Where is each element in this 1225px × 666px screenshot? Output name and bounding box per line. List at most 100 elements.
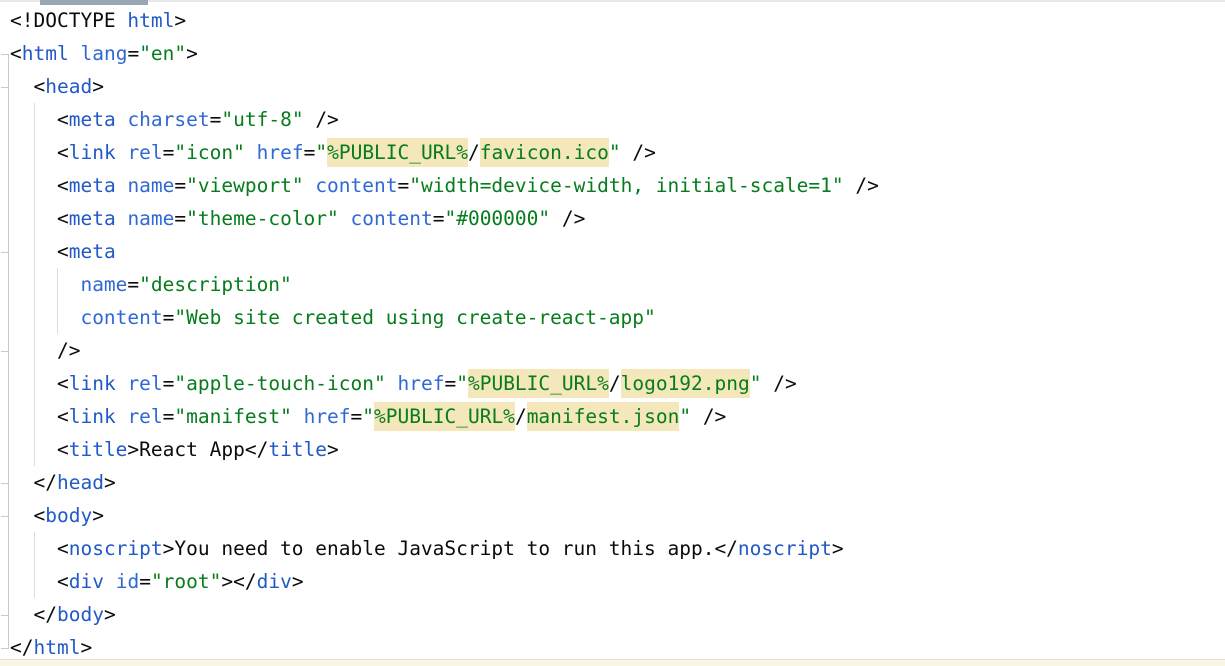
code-line[interactable]: <head> — [0, 70, 879, 103]
code-token: rel — [127, 372, 162, 395]
code-token — [10, 504, 33, 527]
code-token: body — [45, 504, 92, 527]
code-token: = — [444, 372, 456, 395]
code-token: head — [45, 75, 92, 98]
code-token: > — [104, 471, 116, 494]
code-token — [10, 108, 57, 131]
code-token — [10, 471, 33, 494]
code-token — [10, 570, 57, 593]
code-token: /> — [562, 207, 585, 230]
code-line[interactable]: <link rel="icon" href="%PUBLIC_URL%/favi… — [0, 136, 879, 169]
code-editor: <!DOCTYPE html><html lang="en"> <head> <… — [0, 0, 1225, 666]
code-token: " — [750, 372, 762, 395]
code-token: "Web site created using create-react-app… — [174, 306, 655, 329]
code-token: > — [104, 603, 116, 626]
code-line[interactable]: <title>React App</title> — [0, 433, 879, 466]
horizontal-scrollbar-track[interactable] — [0, 0, 1225, 2]
code-token: < — [57, 108, 69, 131]
code-token: content — [80, 306, 162, 329]
code-token: /> — [57, 339, 80, 362]
template-variable-highlight: manifest.json — [527, 402, 680, 431]
code-token — [116, 174, 128, 197]
code-token — [10, 75, 33, 98]
code-token — [116, 372, 128, 395]
code-token: < — [33, 75, 45, 98]
code-line[interactable]: <meta — [0, 235, 879, 268]
code-line[interactable]: </body> — [0, 598, 879, 631]
code-token: "icon" — [174, 141, 244, 164]
code-token: < — [57, 537, 69, 560]
code-token: < — [57, 438, 69, 461]
code-line[interactable]: content="Web site created using create-r… — [0, 301, 879, 334]
code-token: meta — [69, 108, 116, 131]
code-token — [10, 174, 57, 197]
code-token: = — [163, 306, 175, 329]
code-token: link — [69, 141, 116, 164]
code-line[interactable]: <div id="root"></div> — [0, 565, 879, 598]
code-token: title — [268, 438, 327, 461]
code-token: "root" — [151, 570, 221, 593]
code-token: </ — [10, 636, 33, 659]
code-token: html — [22, 42, 69, 65]
code-token: / — [515, 405, 527, 428]
code-line[interactable]: <link rel="apple-touch-icon" href="%PUBL… — [0, 367, 879, 400]
code-token: meta — [69, 207, 116, 230]
code-token — [691, 405, 703, 428]
code-token: > — [92, 75, 104, 98]
code-token: = — [351, 405, 363, 428]
code-token — [116, 207, 128, 230]
code-token: " — [609, 141, 621, 164]
code-token: link — [69, 405, 116, 428]
code-line[interactable]: <meta charset="utf-8" /> — [0, 103, 879, 136]
code-token: /> — [855, 174, 878, 197]
code-token: link — [69, 372, 116, 395]
code-token: "utf-8" — [221, 108, 303, 131]
code-token: You need to enable JavaScript to run thi… — [174, 537, 714, 560]
code-token: = — [127, 42, 139, 65]
code-token — [10, 438, 57, 461]
code-line[interactable]: <body> — [0, 499, 879, 532]
code-line[interactable]: name="description" — [0, 268, 879, 301]
horizontal-scrollbar-thumb[interactable] — [40, 0, 148, 5]
code-token: name — [127, 207, 174, 230]
code-token: </ — [33, 471, 56, 494]
template-variable-highlight: %PUBLIC_URL% — [327, 138, 468, 167]
code-line[interactable]: <link rel="manifest" href="%PUBLIC_URL%/… — [0, 400, 879, 433]
code-line[interactable]: </head> — [0, 466, 879, 499]
template-variable-highlight: logo192.png — [621, 369, 750, 398]
code-token — [550, 207, 562, 230]
code-token: noscript — [738, 537, 832, 560]
code-token: < — [57, 240, 69, 263]
code-token: href — [398, 372, 445, 395]
template-variable-highlight: favicon.ico — [480, 138, 609, 167]
code-token: " — [362, 405, 374, 428]
code-token — [10, 207, 57, 230]
code-line[interactable]: <html lang="en"> — [0, 37, 879, 70]
code-line[interactable]: <!DOCTYPE html> — [0, 4, 879, 37]
code-token: > — [174, 9, 186, 32]
code-token: "manifest" — [174, 405, 291, 428]
code-line[interactable]: <noscript>You need to enable JavaScript … — [0, 532, 879, 565]
code-token: " — [679, 405, 691, 428]
code-token: div — [69, 570, 104, 593]
code-token — [10, 372, 57, 395]
code-token: = — [304, 141, 316, 164]
code-line[interactable]: <meta name="theme-color" content="#00000… — [0, 202, 879, 235]
code-token — [116, 405, 128, 428]
code-token — [10, 240, 57, 263]
code-token — [10, 306, 80, 329]
code-token: name — [80, 273, 127, 296]
code-token: content — [315, 174, 397, 197]
code-area[interactable]: <!DOCTYPE html><html lang="en"> <head> <… — [0, 4, 879, 664]
code-token: < — [57, 570, 69, 593]
code-token: href — [257, 141, 304, 164]
code-token: "description" — [139, 273, 292, 296]
code-token: <!DOCTYPE — [10, 9, 127, 32]
code-token: = — [163, 405, 175, 428]
code-line[interactable]: <meta name="viewport" content="width=dev… — [0, 169, 879, 202]
code-line[interactable]: /> — [0, 334, 879, 367]
code-token: " — [456, 372, 468, 395]
code-token — [304, 108, 316, 131]
code-token: lang — [80, 42, 127, 65]
code-token: "viewport" — [186, 174, 303, 197]
